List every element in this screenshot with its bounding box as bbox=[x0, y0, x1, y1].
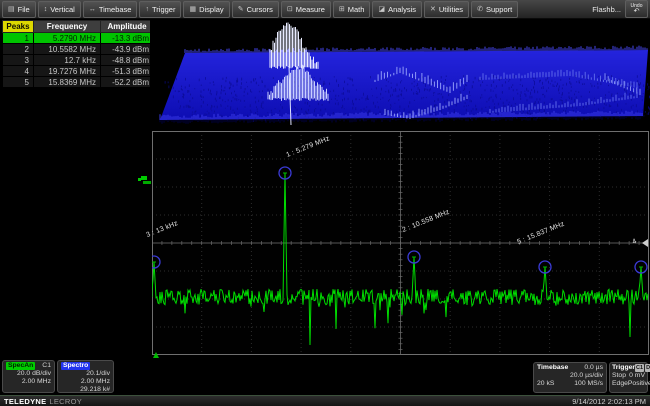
peaks-cell: 10.5582 MHz bbox=[34, 44, 101, 55]
menu-button-analysis[interactable]: ◪Analysis bbox=[372, 1, 422, 18]
timebase-title: Timebase bbox=[537, 364, 568, 372]
spectro-label: Spectro bbox=[61, 362, 90, 370]
spectrogram-surface bbox=[150, 20, 650, 131]
flash-status-label: Flashb... bbox=[592, 5, 625, 14]
peaks-cell: 15.8369 MHz bbox=[34, 77, 101, 88]
analysis-icon: ◪ bbox=[378, 6, 385, 13]
trigger-source-badge: C1 bbox=[635, 364, 644, 372]
trigger-level: 0 mV bbox=[629, 372, 645, 380]
menu-button-cursors[interactable]: ✎Cursors bbox=[232, 1, 279, 18]
peaks-table-row[interactable]: 515.8369 MHz-52.2 dBm bbox=[3, 77, 154, 88]
display-icon: ▦ bbox=[189, 6, 196, 13]
spectrogram-3d-view[interactable] bbox=[150, 20, 650, 131]
peaks-cell: -48.8 dBm bbox=[101, 55, 154, 66]
trigger-slope: Positive bbox=[628, 380, 650, 388]
menu-label: Display bbox=[199, 5, 224, 14]
menu-button-support[interactable]: ✆Support bbox=[471, 1, 518, 18]
peaks-cell: 12.7 kHz bbox=[34, 55, 101, 66]
trigger-icon: ↑ bbox=[145, 6, 149, 13]
peaks-table-row[interactable]: 312.7 kHz-48.8 dBm bbox=[3, 55, 154, 66]
menu-button-file[interactable]: ▤File bbox=[2, 1, 36, 18]
spectro-frames: 29.218 k# bbox=[61, 386, 110, 394]
brand-teledyne: TELEDYNE bbox=[4, 397, 46, 406]
undo-arrow-icon: ↶ bbox=[634, 9, 640, 14]
trigger-box[interactable]: Trigger C1 DC Stop 0 mV Edge Positive bbox=[609, 362, 648, 393]
brand-lecroy: LECROY bbox=[49, 397, 82, 406]
menu-button-measure[interactable]: ⊡Measure bbox=[281, 1, 331, 18]
peaks-cell: 3 bbox=[3, 55, 34, 66]
trace-level-marker-icon[interactable] bbox=[138, 172, 152, 193]
peaks-cell: 19.7276 MHz bbox=[34, 66, 101, 77]
peaks-header-amplitude: Amplitude bbox=[101, 21, 154, 33]
timebase-samples: 20 kS bbox=[537, 380, 554, 388]
measure-icon: ⊡ bbox=[287, 6, 293, 13]
vertical-icon: ↕ bbox=[44, 6, 48, 13]
peaks-cell: -43.9 dBm bbox=[101, 44, 154, 55]
menu-label: File bbox=[18, 5, 30, 14]
peaks-cell: 2 bbox=[3, 44, 34, 55]
grid-corner-indicator-icon bbox=[152, 346, 160, 364]
spectrum-grid[interactable]: 1 : 5.279 MHz2 : 10.558 MHz3 : 13 kHz5 :… bbox=[152, 131, 649, 355]
menu-label: Cursors bbox=[247, 5, 273, 14]
peaks-cell: 1 bbox=[3, 33, 34, 44]
trigger-title: Trigger bbox=[612, 364, 635, 372]
peaks-table: PeaksFrequencyAmplitude 15.2790 MHz-13.3… bbox=[2, 20, 154, 88]
spectro-descriptor-box[interactable]: Spectro 20.1/div 2.00 MHz 29.218 k# bbox=[57, 360, 114, 393]
menu-button-display[interactable]: ▦Display bbox=[183, 1, 229, 18]
menu-button-trigger[interactable]: ↑Trigger bbox=[139, 1, 181, 18]
trigger-coupling-badge: DC bbox=[645, 364, 650, 372]
menu-label: Trigger bbox=[152, 5, 175, 14]
timebase-rate: 100 MS/s bbox=[574, 380, 603, 388]
file-icon: ▤ bbox=[8, 6, 15, 13]
menu-button-vertical[interactable]: ↕Vertical bbox=[38, 1, 81, 18]
menu-label: Timebase bbox=[99, 5, 132, 14]
menu-label: Utilities bbox=[439, 5, 463, 14]
spectro-span: 2.00 MHz bbox=[61, 378, 110, 386]
timebase-box[interactable]: Timebase 0.0 µs 20.0 µs/div 20 kS 100 MS… bbox=[533, 362, 607, 393]
peaks-table-row[interactable]: 15.2790 MHz-13.3 dBm bbox=[3, 33, 154, 44]
menu-label: Vertical bbox=[50, 5, 75, 14]
trigger-mode: Stop bbox=[612, 372, 626, 380]
undo-button[interactable]: Undo ↶ bbox=[625, 0, 648, 18]
peaks-table-row[interactable]: 419.7276 MHz-51.3 dBm bbox=[3, 66, 154, 77]
menu-label: Support bbox=[486, 5, 512, 14]
peaks-cell: 5 bbox=[3, 77, 34, 88]
peaks-header-peaks: Peaks bbox=[3, 21, 34, 33]
timebase-icon: ↔ bbox=[89, 6, 96, 13]
clock: 9/14/2012 2:02:13 PM bbox=[572, 397, 646, 406]
specan-descriptor-box[interactable]: SpecAn C1 20.0 dB/div 2.00 MHz bbox=[2, 360, 55, 393]
menu-button-math[interactable]: ⊞Math bbox=[333, 1, 371, 18]
peaks-table-header: PeaksFrequencyAmplitude bbox=[3, 21, 154, 33]
specan-source: C1 bbox=[42, 362, 51, 370]
oscilloscope-screen: { "menu": { "items": [ {"label": "File",… bbox=[0, 0, 650, 406]
peaks-cell: -13.3 dBm bbox=[101, 33, 154, 44]
spectrum-trace-plot bbox=[152, 131, 649, 355]
menu-label: Measure bbox=[296, 5, 325, 14]
utilities-icon: ✕ bbox=[430, 6, 436, 13]
specan-span: 2.00 MHz bbox=[6, 378, 51, 386]
cursors-icon: ✎ bbox=[238, 6, 244, 13]
menu-items: ▤File↕Vertical↔Timebase↑Trigger▦Display✎… bbox=[2, 1, 518, 18]
menu-button-utilities[interactable]: ✕Utilities bbox=[424, 1, 469, 18]
menu-bar: ▤File↕Vertical↔Timebase↑Trigger▦Display✎… bbox=[0, 0, 650, 19]
peaks-cell: 5.2790 MHz bbox=[34, 33, 101, 44]
timebase-offset: 0.0 µs bbox=[584, 364, 603, 372]
peaks-cell: 4 bbox=[3, 66, 34, 77]
peaks-header-frequency: Frequency bbox=[34, 21, 101, 33]
timebase-scale: 20.0 µs/div bbox=[537, 372, 603, 380]
math-icon: ⊞ bbox=[339, 6, 345, 13]
peaks-cell: -51.3 dBm bbox=[101, 66, 154, 77]
specan-label: SpecAn bbox=[6, 362, 35, 370]
specan-scale: 20.0 dB/div bbox=[6, 370, 51, 378]
menu-button-timebase[interactable]: ↔Timebase bbox=[83, 1, 138, 18]
spectro-scale: 20.1/div bbox=[61, 370, 110, 378]
menu-label: Math bbox=[348, 5, 365, 14]
status-bar: TELEDYNE LECROY 9/14/2012 2:02:13 PM bbox=[0, 395, 650, 406]
support-icon: ✆ bbox=[477, 6, 483, 13]
peaks-table-row[interactable]: 210.5582 MHz-43.9 dBm bbox=[3, 44, 154, 55]
trigger-type: Edge bbox=[612, 380, 628, 388]
peaks-cell: -52.2 dBm bbox=[101, 77, 154, 88]
menu-label: Analysis bbox=[388, 5, 416, 14]
